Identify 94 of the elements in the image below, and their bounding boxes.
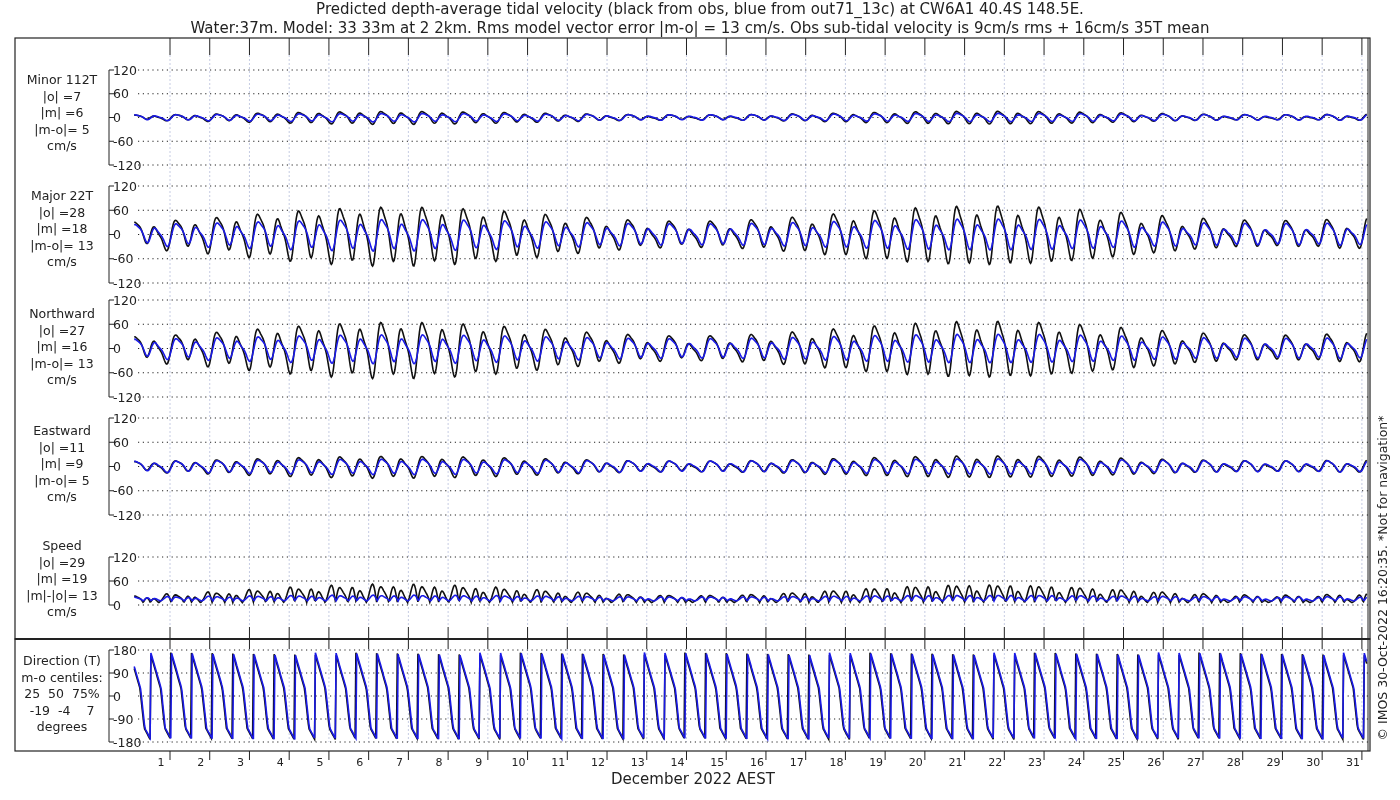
x-tick-label: 2 bbox=[197, 756, 205, 769]
y-tick-label: 120 bbox=[113, 62, 137, 78]
x-tick-label: 25 bbox=[1107, 756, 1122, 769]
panel-label: m-o centiles: bbox=[21, 669, 103, 685]
x-tick-label: 10 bbox=[511, 756, 526, 769]
x-tick-label: 8 bbox=[435, 756, 443, 769]
y-tick-label: 0 bbox=[113, 688, 121, 704]
y-tick-label: 60 bbox=[113, 573, 129, 589]
x-tick-label: 3 bbox=[236, 756, 244, 769]
panel-label: |o| =7 bbox=[42, 88, 82, 104]
panel-label: |m-o|= 13 bbox=[30, 237, 94, 253]
x-tick-label: 30 bbox=[1306, 756, 1321, 769]
x-tick-label: 27 bbox=[1187, 756, 1201, 769]
y-tick-label: -60 bbox=[113, 483, 134, 499]
y-tick-label: -120 bbox=[113, 389, 142, 405]
panel-label: |m| =16 bbox=[36, 339, 88, 354]
x-tick-label: 26 bbox=[1147, 756, 1162, 769]
panel-label: Minor 112T bbox=[26, 72, 98, 87]
panel-label: cm/s bbox=[47, 372, 77, 387]
y-tick-label: 60 bbox=[113, 202, 129, 218]
copyright-note: © IMOS 30-Oct-2022 16:20:35. *Not for navigation* bbox=[1375, 415, 1390, 741]
x-tick-label: 6 bbox=[356, 756, 364, 769]
x-tick-label: 12 bbox=[591, 756, 606, 769]
x-tick-label: 16 bbox=[749, 756, 764, 769]
y-tick-label: 180 bbox=[113, 642, 137, 658]
panel-label: |m-o|= 5 bbox=[34, 472, 90, 488]
x-tick-label: 18 bbox=[829, 756, 844, 769]
y-tick-label: 0 bbox=[113, 341, 121, 356]
panel-label: |m-o|= 5 bbox=[34, 121, 90, 137]
panel-label: degrees bbox=[36, 719, 88, 734]
y-tick-label: -90 bbox=[113, 711, 134, 727]
y-tick-label: 120 bbox=[113, 410, 137, 426]
x-tick-label: 22 bbox=[988, 756, 1003, 769]
y-tick-label: -120 bbox=[113, 157, 142, 173]
panel-label: |o| =27 bbox=[38, 322, 86, 338]
x-tick-label: 17 bbox=[789, 756, 804, 769]
y-tick-label: -60 bbox=[113, 365, 134, 381]
y-tick-label: -60 bbox=[113, 133, 134, 149]
y-tick-label: -120 bbox=[113, 507, 142, 523]
y-axis bbox=[108, 556, 115, 606]
y-tick-label: -120 bbox=[113, 275, 142, 291]
panel-label: Northward bbox=[29, 306, 95, 321]
y-tick-label: 0 bbox=[113, 459, 121, 474]
x-axis-label: December 2022 AEST bbox=[611, 770, 775, 788]
y-tick-label: 90 bbox=[113, 665, 129, 681]
x-tick-label: 21 bbox=[948, 756, 963, 769]
y-tick-label: 0 bbox=[113, 597, 121, 613]
panel-label: Eastward bbox=[33, 423, 91, 438]
x-tick-label: 7 bbox=[395, 756, 403, 769]
panel-label: |m| =19 bbox=[36, 571, 88, 586]
x-tick-label: 29 bbox=[1266, 756, 1281, 769]
panel-label: |m-o|= 13 bbox=[30, 355, 94, 371]
y-tick-label: 60 bbox=[113, 434, 129, 450]
panel-label: cm/s bbox=[47, 604, 77, 619]
x-tick-label: 31 bbox=[1345, 756, 1360, 769]
panel-label: -19 -4 7 bbox=[29, 702, 95, 718]
y-tick-label: 0 bbox=[113, 227, 121, 242]
x-tick-label: 13 bbox=[630, 756, 645, 769]
panel-label: |o| =11 bbox=[38, 439, 86, 455]
y-tick-label: 0 bbox=[113, 110, 121, 125]
x-tick-label: 11 bbox=[551, 756, 566, 769]
y-tick-label: 120 bbox=[113, 292, 137, 308]
x-tick-label: 14 bbox=[670, 756, 685, 769]
chart-title: Predicted depth-average tidal velocity (black from obs, blue from out71_13c) at CW6A1 40.4S 148.5E. bbox=[316, 0, 1084, 18]
x-tick-label: 19 bbox=[869, 756, 884, 769]
y-tick-label: -60 bbox=[113, 251, 134, 267]
y-tick-label: 60 bbox=[113, 86, 129, 102]
panel-label: 25 50 75% bbox=[24, 686, 100, 701]
panel-label: Major 22T bbox=[30, 188, 94, 203]
panel-label: |m| =18 bbox=[36, 221, 88, 236]
panel-label: |o| =29 bbox=[38, 554, 86, 570]
panel-label: |m|-|o|= 13 bbox=[26, 587, 98, 603]
y-tick-label: 120 bbox=[113, 549, 137, 565]
x-tick-label: 20 bbox=[908, 756, 923, 769]
panel-label: cm/s bbox=[47, 254, 77, 269]
panel-label: |o| =28 bbox=[38, 204, 86, 220]
x-tick-label: 15 bbox=[710, 756, 725, 769]
x-tick-label: 5 bbox=[316, 756, 324, 769]
x-tick-label: 9 bbox=[475, 756, 483, 769]
chart-title: Water:37m. Model: 33 33m at 2 2km. Rms model vector error |m-o| = 13 cm/s. Obs sub-tidal velocity is 9cm/s rms + 16cm/s 35T mean bbox=[190, 19, 1210, 37]
y-tick-label: 120 bbox=[113, 178, 137, 194]
x-tick-label: 28 bbox=[1226, 756, 1241, 769]
x-tick-label: 23 bbox=[1028, 756, 1043, 769]
panel-label: cm/s bbox=[47, 489, 77, 504]
panel-label: |m| =9 bbox=[40, 456, 84, 471]
panel-label: |m| =6 bbox=[40, 105, 84, 120]
panel-label: Speed bbox=[42, 538, 82, 553]
x-tick-label: 24 bbox=[1067, 756, 1082, 769]
x-tick-label: 1 bbox=[157, 756, 165, 769]
panel-label: cm/s bbox=[47, 138, 77, 153]
panel-label: Direction (T) bbox=[23, 653, 101, 668]
x-tick-label: 4 bbox=[276, 756, 284, 769]
y-tick-label: -180 bbox=[113, 734, 142, 750]
y-tick-label: 60 bbox=[113, 316, 129, 332]
